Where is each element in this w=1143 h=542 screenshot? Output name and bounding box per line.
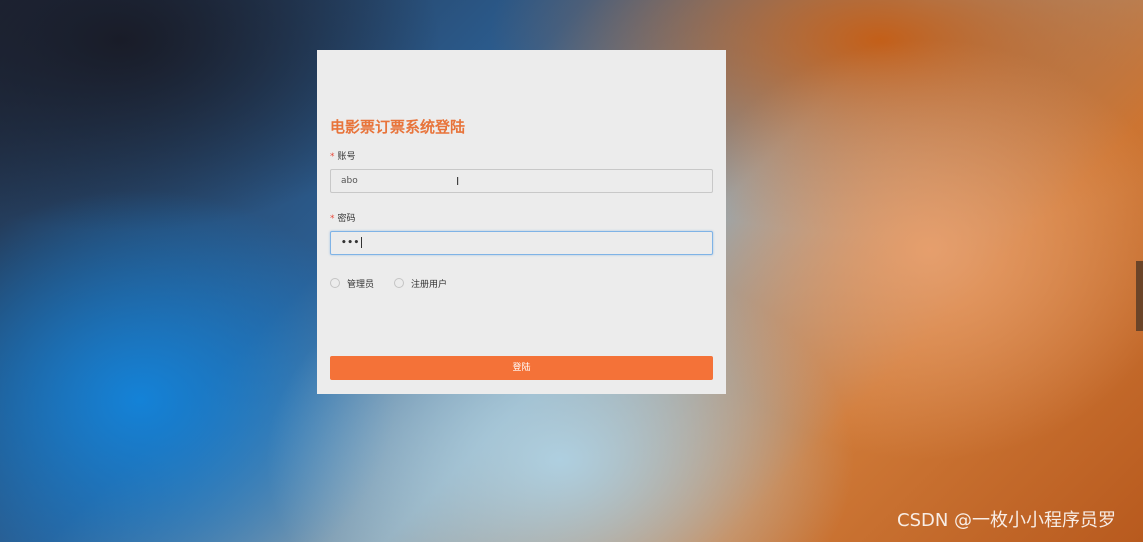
account-input[interactable]: abo I bbox=[330, 169, 713, 193]
text-caret bbox=[360, 237, 362, 248]
text-cursor-icon: I bbox=[456, 175, 460, 188]
required-mark: * bbox=[330, 214, 335, 224]
role-radio-group: 管理员 注册用户 bbox=[330, 276, 467, 290]
radio-button[interactable] bbox=[330, 278, 340, 288]
watermark-text: CSDN @一枚小小程序员罗 bbox=[897, 510, 1117, 531]
side-tab[interactable] bbox=[1136, 261, 1143, 331]
password-label-text: 密码 bbox=[337, 214, 356, 224]
required-mark: * bbox=[330, 152, 335, 162]
role-admin-label: 管理员 bbox=[347, 279, 375, 290]
account-label-text: 账号 bbox=[337, 152, 356, 162]
password-label: * 密码 bbox=[330, 213, 356, 225]
account-input-value: abo bbox=[341, 176, 358, 186]
role-user-label: 注册用户 bbox=[411, 279, 448, 290]
role-radio-admin[interactable]: 管理员 bbox=[330, 277, 374, 290]
login-title: 电影票订票系统登陆 bbox=[330, 118, 466, 136]
password-input[interactable]: ••• bbox=[330, 231, 713, 255]
login-card: 电影票订票系统登陆 * 账号 abo I * 密码 ••• 管理员 注册用户 登陆 bbox=[317, 50, 726, 394]
password-input-value: ••• bbox=[341, 237, 362, 248]
login-button[interactable]: 登陆 bbox=[330, 356, 713, 380]
account-label: * 账号 bbox=[330, 151, 356, 163]
radio-button[interactable] bbox=[394, 278, 405, 288]
role-radio-registered-user[interactable]: 注册用户 bbox=[394, 277, 447, 290]
